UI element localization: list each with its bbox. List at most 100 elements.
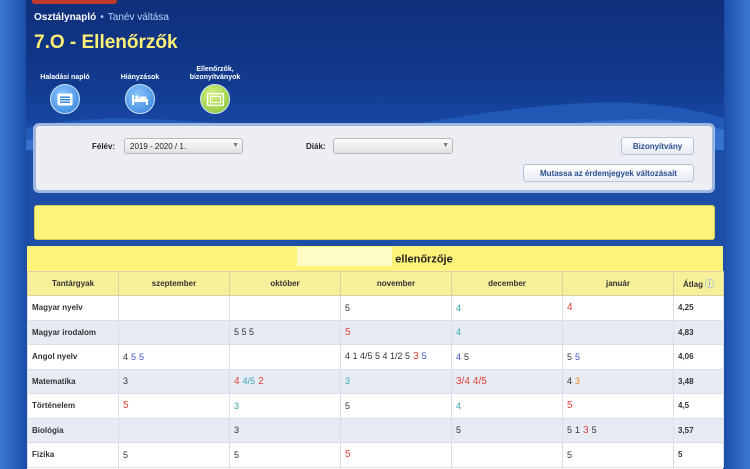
grade-mark[interactable]: 4 1 4/5 5 4 1/2 5 (345, 351, 410, 361)
grade-mark[interactable]: 5 (123, 400, 129, 411)
grade-cell (562, 319, 674, 345)
grade-mark[interactable]: 5 (123, 450, 128, 460)
filter-panel (33, 123, 715, 193)
grade-mark[interactable]: 5 (567, 450, 572, 460)
semester-label: Félév: (92, 142, 116, 151)
grade-cell: 4 (451, 319, 563, 345)
grade-cell (118, 319, 230, 345)
grade-mark[interactable]: 5 (592, 425, 597, 435)
average-cell: 4,06 (673, 344, 724, 370)
certificate-button[interactable]: Bizonyítvány (621, 137, 694, 155)
grade-mark[interactable]: 5 (345, 327, 351, 338)
grade-mark[interactable]: 3/4 (456, 376, 470, 387)
grade-cell (118, 417, 230, 443)
grade-cell: 55 (562, 344, 674, 370)
grade-cell (229, 295, 341, 321)
grade-mark[interactable]: 5 (464, 352, 469, 362)
grade-mark[interactable]: 5 (345, 303, 350, 313)
header-september: szeptember (118, 271, 230, 296)
grade-mark[interactable]: 4 (456, 327, 461, 337)
breadcrumb-main[interactable]: Osztálynapló (34, 12, 96, 23)
grade-cell: 4 1 4/5 5 4 1/2 535 (340, 344, 452, 370)
grade-cell: 455 (118, 344, 230, 370)
grade-cell: 4 (451, 393, 563, 419)
grade-mark[interactable]: 4 (567, 302, 573, 313)
grade-mark[interactable]: 5 (567, 425, 572, 435)
subject-cell: Fizika (27, 442, 119, 468)
grade-mark[interactable]: 4 (456, 352, 461, 362)
grade-mark[interactable]: 4 (234, 376, 240, 387)
grade-cell: 5 (340, 442, 452, 468)
app-frame: Osztálynapló • Tanév váltása 7.O - Ellenőr… (0, 0, 750, 469)
certificate-icon (200, 84, 230, 114)
student-select[interactable]: ▼ (333, 138, 453, 154)
grade-cell: 45 (451, 344, 563, 370)
grade-cell: 4 (562, 295, 674, 321)
grade-mark[interactable]: 4 (456, 303, 461, 313)
header-average[interactable]: Átlag ⓘ (673, 271, 724, 296)
grade-mark[interactable]: 3 (575, 376, 580, 386)
grade-mark[interactable]: 4 (123, 352, 128, 362)
grade-mark[interactable]: 4/5 (473, 376, 487, 387)
grade-mark[interactable]: 2 (258, 376, 264, 387)
grade-cell: 5 (340, 319, 452, 345)
table-row: Matematika 3 4 4/5 2 3 3/4 4/5 4 3 3,48 (27, 368, 724, 394)
grade-cell: 3 (229, 393, 341, 419)
grade-cell: 5 (118, 442, 230, 468)
grade-mark[interactable]: 5 (345, 401, 350, 411)
grade-mark[interactable]: 3 (234, 401, 239, 411)
nav-absences[interactable]: Hiányzások (105, 66, 175, 114)
grade-cell: 3 (118, 368, 230, 394)
grade-cell: 4 4/5 2 (229, 368, 341, 394)
grade-mark[interactable]: 5 (234, 450, 239, 460)
grade-mark[interactable]: 4 (567, 376, 572, 386)
bed-icon (125, 84, 155, 114)
table-row: Magyar nyelv 5 4 4 4,25 (27, 295, 724, 321)
table-row: Magyar irodalom 5 5 5 5 4 4,83 (27, 319, 724, 345)
table-row: Biológia 3 5 5 1 3 5 3,57 (27, 417, 724, 443)
grade-mark[interactable]: 5 (456, 425, 461, 435)
grade-mark[interactable]: 3 (583, 425, 589, 436)
grade-cell (451, 442, 563, 468)
grade-mark[interactable]: 5 (567, 400, 573, 411)
grade-mark[interactable]: 5 (567, 352, 572, 362)
grade-cell: 5 (340, 393, 452, 419)
grade-mark[interactable]: 3 (123, 376, 128, 386)
subject-cell: Matematika (27, 368, 119, 394)
grade-cell: 4 (451, 295, 563, 321)
grade-cell: 3 (340, 368, 452, 394)
page-title: 7.O - Ellenőrzők (34, 32, 178, 53)
grade-mark[interactable]: 3 (234, 425, 239, 435)
semester-select[interactable]: 2019 - 2020 / 1. ▼ (124, 138, 243, 154)
grade-mark[interactable]: 4 (456, 401, 461, 411)
grade-mark[interactable]: 3 (345, 376, 350, 386)
grade-mark[interactable]: 5 (131, 352, 136, 362)
table-row: Angol nyelv 4 5 5 4 1 4/5 5 4 1/2 5 3 5 4 5 5 5 4,0… (27, 344, 724, 370)
caption-text: ellenőrzője (395, 253, 453, 266)
show-grade-changes-button[interactable]: Mutassa az érdemjegyek változásait (523, 164, 694, 182)
table-header-row: Tantárgyak szeptember október november d… (27, 271, 724, 296)
grade-mark[interactable]: 5 (139, 352, 144, 362)
grade-cell (340, 417, 452, 443)
average-cell: 5 (673, 442, 724, 468)
grade-mark[interactable]: 3 (413, 351, 419, 362)
average-cell: 4,25 (673, 295, 724, 321)
grade-mark[interactable]: 5 (345, 449, 351, 460)
info-icon[interactable]: ⓘ (705, 279, 714, 289)
breadcrumb: Osztálynapló • Tanév váltása (34, 12, 169, 23)
nav-certificates[interactable]: Ellenőrzők, bizonyítványok (180, 66, 250, 114)
header-average-label: Átlag (682, 280, 703, 289)
grade-mark[interactable]: 5 5 5 (234, 327, 254, 337)
info-bar (34, 205, 715, 240)
grade-cell: 5 (562, 393, 674, 419)
list-icon (50, 84, 80, 114)
grade-mark[interactable]: 5 (575, 352, 580, 362)
top-tab[interactable] (32, 0, 117, 4)
grade-mark[interactable]: 4/5 (243, 376, 256, 386)
grade-mark[interactable]: 1 (575, 425, 580, 435)
grade-mark[interactable]: 5 (422, 351, 427, 361)
student-label: Diák: (306, 142, 326, 151)
nav-label: Ellenőrzők, bizonyítványok (189, 66, 241, 81)
breadcrumb-year-switch[interactable]: Tanév váltása (108, 12, 169, 23)
nav-progress-log[interactable]: Haladási napló (30, 66, 100, 114)
